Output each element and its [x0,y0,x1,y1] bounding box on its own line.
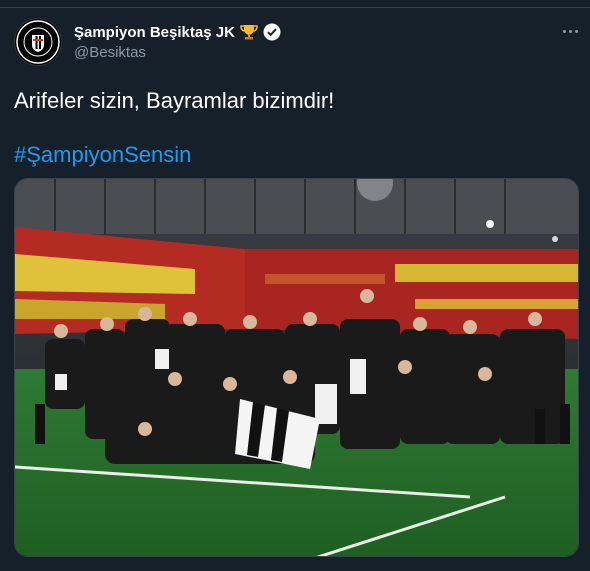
verified-badge-icon [263,23,281,41]
more-options-icon[interactable] [558,24,582,38]
trophy-icon [240,25,258,40]
display-name-row[interactable]: Şampiyon Beşiktaş JK [74,21,281,43]
display-name[interactable]: Şampiyon Beşiktaş JK [74,24,235,41]
besiktas-logo-icon [16,20,60,64]
tweet-text: Arifeler sizin, Bayramlar bizimdir! [14,88,335,113]
hashtag-link[interactable]: #ŞampiyonSensin [14,142,191,168]
avatar[interactable] [14,18,62,66]
tweet-media-photo[interactable] [14,178,579,557]
user-handle[interactable]: @Besiktas [74,44,146,61]
team-celebration-photo [15,179,578,556]
top-divider [0,7,590,8]
